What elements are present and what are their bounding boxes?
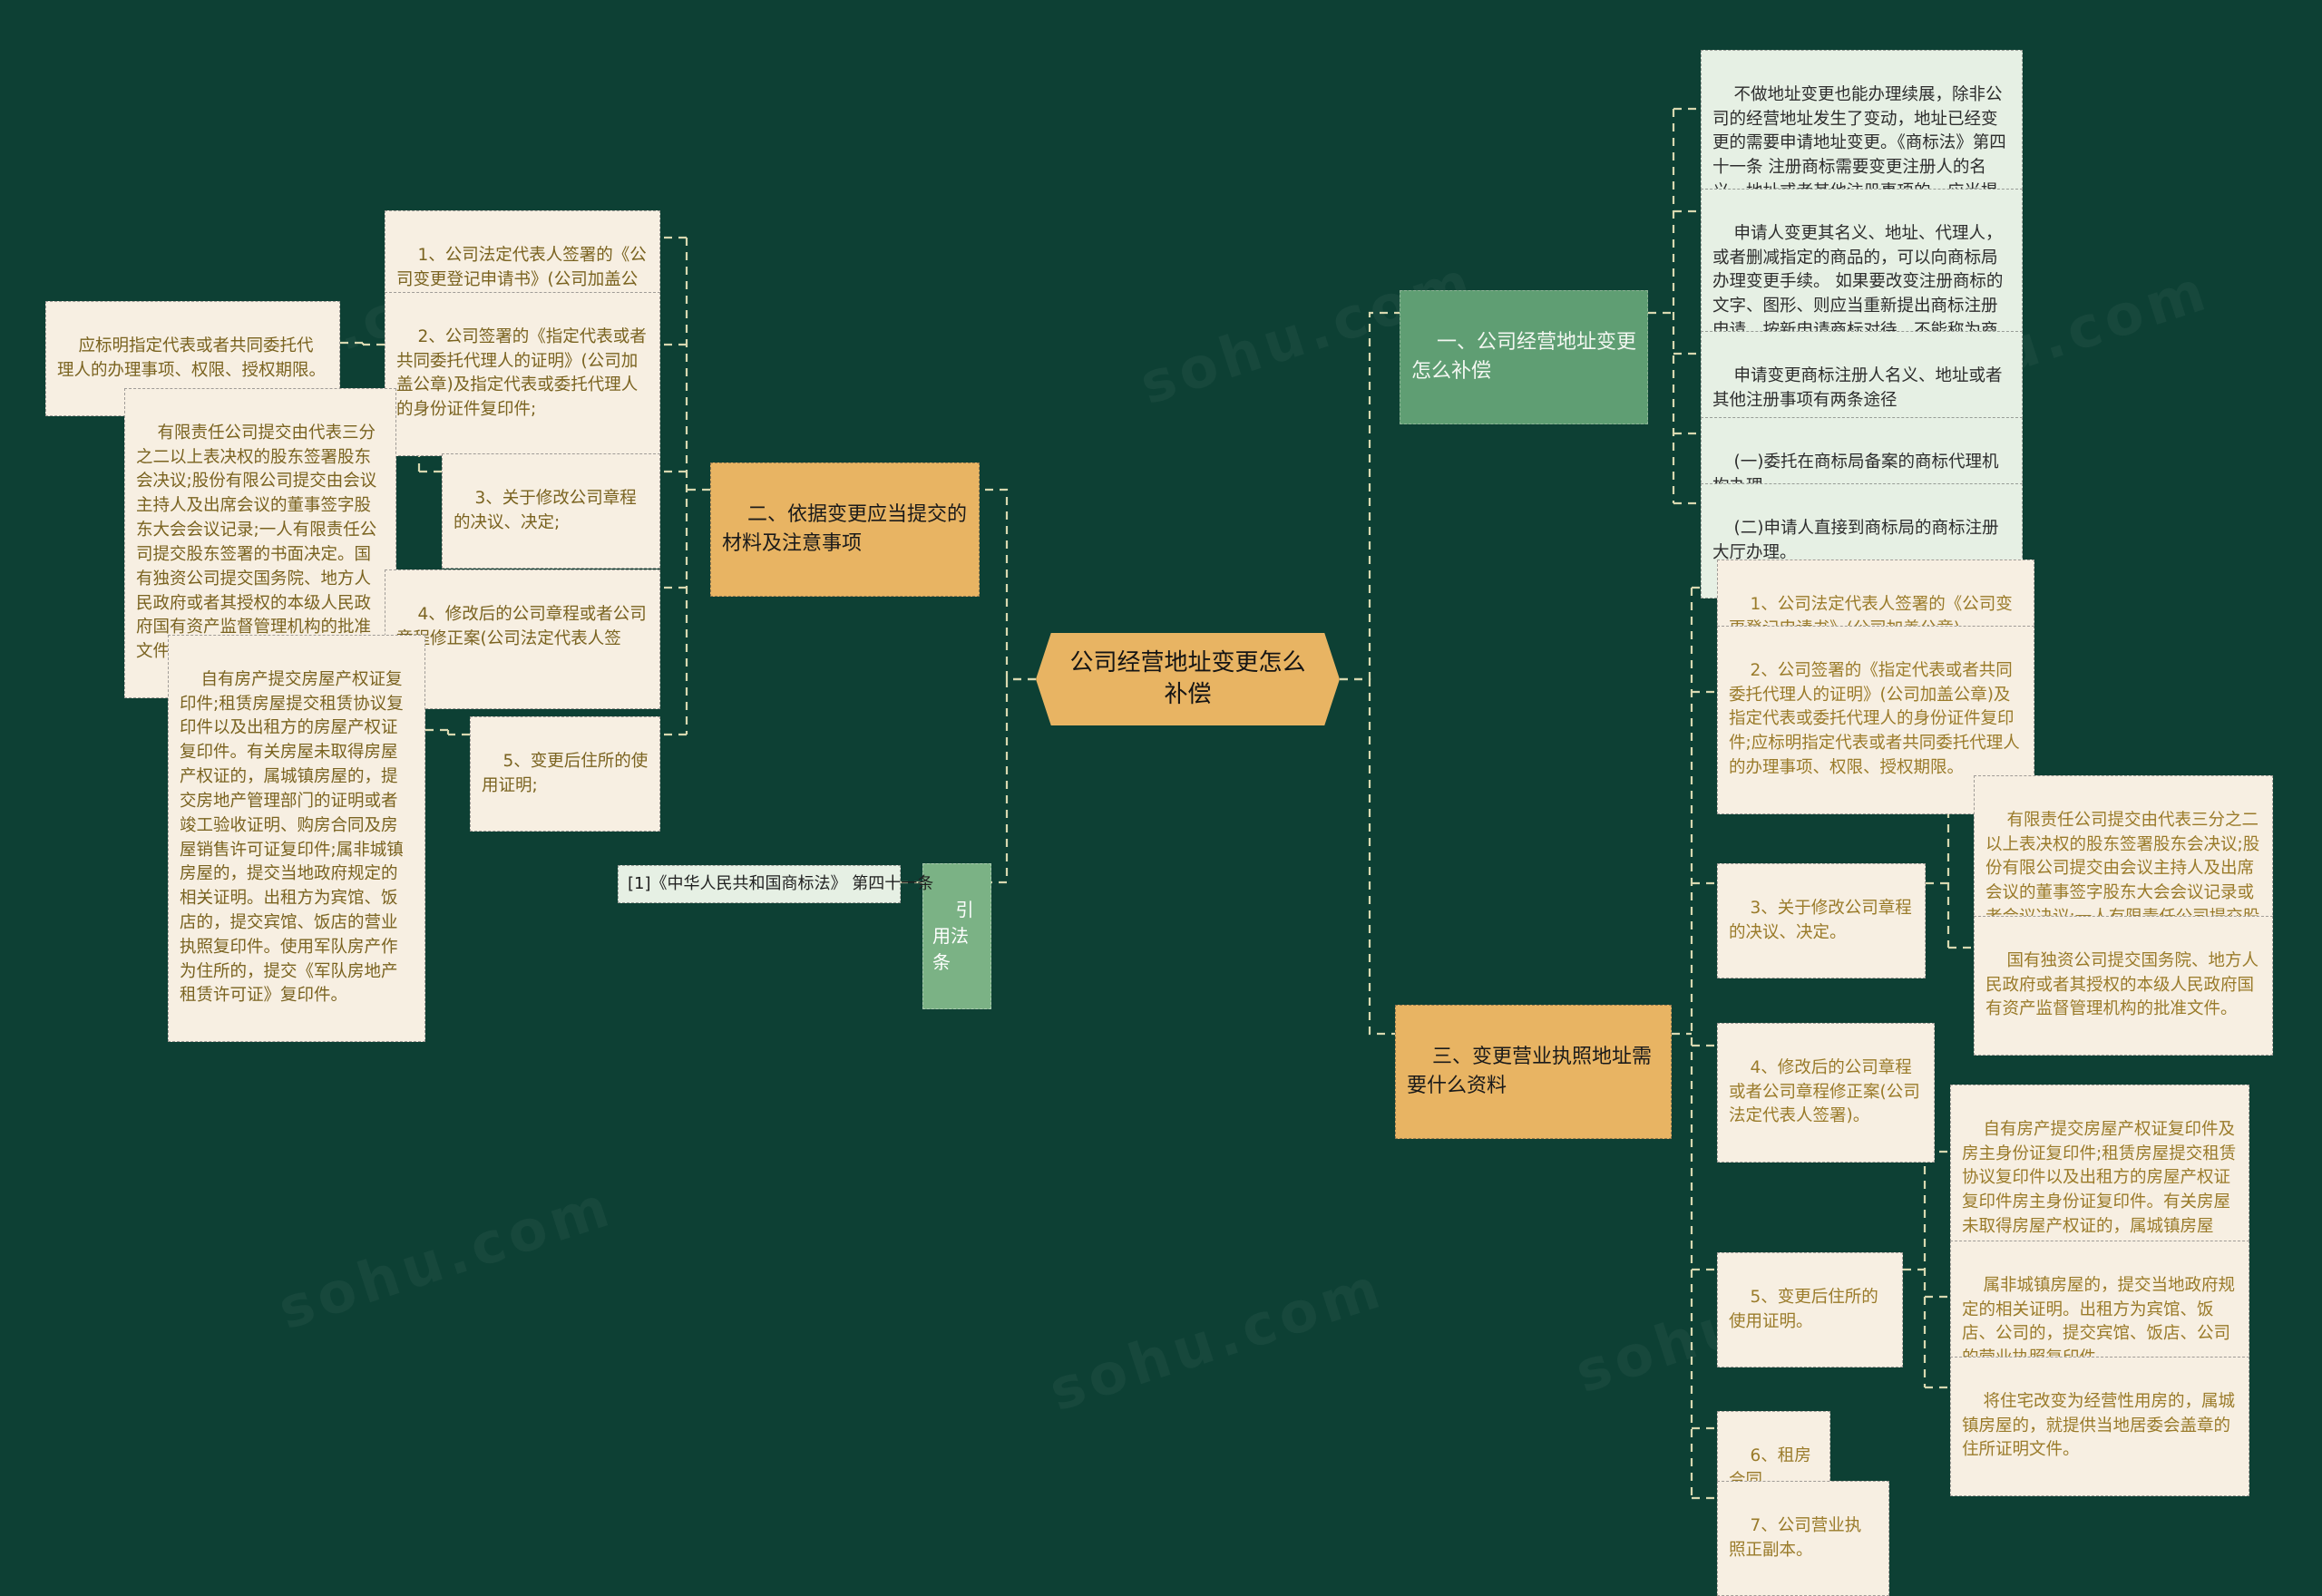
branch-node-right-1[interactable]: 一、公司经营地址变更怎么补偿 <box>1400 290 1648 424</box>
right-b3-item-4-child-2[interactable]: 将住宅改变为经营性用房的，属城镇房屋的，就提供当地居委会盖章的住所证明文件。 <box>1950 1357 2249 1497</box>
mindmap-canvas: sohu.com sohu.com sohu.com sohu.com sohu… <box>0 0 2322 1596</box>
left-item-4-child-0-text: 自有房产提交房屋产权证复印件;租赁房屋提交租赁协议复印件以及出租方的房屋产权证复… <box>180 669 404 1006</box>
left-item-1-text: 2、公司签署的《指定代表或者共同委托代理人的证明》(公司加盖公章)及指定代表或委… <box>396 326 647 420</box>
citation-text: [1]《中华人民共和国商标法》 第四十一条 <box>628 874 934 893</box>
left-item-2[interactable]: 3、关于修改公司章程的决议、决定; <box>442 453 660 569</box>
right-b1-item-2-text: 申请变更商标注册人名义、地址或者其他注册事项有两条途径 <box>1712 365 2003 410</box>
left-item-2-text: 3、关于修改公司章程的决议、决定; <box>454 488 637 532</box>
left-item-4-text: 5、变更后住所的使用证明; <box>482 751 649 795</box>
right-b3-item-4-text: 5、变更后住所的使用证明。 <box>1729 1287 1878 1331</box>
left-item-2-child-0-text: 有限责任公司提交由代表三分之二以上表决权的股东签署股东会决议;股份有限公司提交由… <box>136 423 377 662</box>
left-item-1[interactable]: 2、公司签署的《指定代表或者共同委托代理人的证明》(公司加盖公章)及指定代表或委… <box>385 292 660 456</box>
right-b3-item-2-text: 3、关于修改公司章程的决议、决定。 <box>1729 898 1912 942</box>
branch-node-left-2[interactable]: 二、依据变更应当提交的材料及注意事项 <box>710 462 980 597</box>
right-b3-item-6-text: 7、公司营业执照正副本。 <box>1729 1515 1862 1560</box>
branch-node-right-3-label: 三、变更营业执照地址需要什么资料 <box>1407 1045 1652 1097</box>
right-b3-item-4-child-1-text: 属非城镇房屋的，提交当地政府规定的相关证明。出租方为宾馆、饭店、公司的，提交宾馆… <box>1962 1275 2236 1367</box>
right-b3-item-2[interactable]: 3、关于修改公司章程的决议、决定。 <box>1717 863 1926 979</box>
right-b3-item-1-text: 2、公司签署的《指定代表或者共同委托代理人的证明》(公司加盖公章)及指定代表或委… <box>1729 660 2020 778</box>
left-item-3[interactable]: 4、修改后的公司章程或者公司章程修正案(公司法定代表人签署); <box>385 569 660 710</box>
left-item-4-child-0[interactable]: 自有房产提交房屋产权证复印件;租赁房屋提交租赁协议复印件以及出租方的房屋产权证复… <box>168 635 425 1042</box>
right-b3-item-2-child-1[interactable]: 国有独资公司提交国务院、地方人民政府或者其授权的本级人民政府国有资产监督管理机构… <box>1974 916 2273 1056</box>
right-b3-item-4-child-2-text: 将住宅改变为经营性用房的，属城镇房屋的，就提供当地居委会盖章的住所证明文件。 <box>1962 1391 2236 1460</box>
watermark: sohu.com <box>1041 1254 1392 1425</box>
right-b3-item-6[interactable]: 7、公司营业执照正副本。 <box>1717 1481 1889 1596</box>
left-item-4[interactable]: 5、变更后住所的使用证明; <box>470 716 660 832</box>
right-b3-item-3[interactable]: 4、修改后的公司章程或者公司章程修正案(公司法定代表人签署)。 <box>1717 1023 1935 1163</box>
branch-node-left-2-label: 二、依据变更应当提交的材料及注意事项 <box>722 502 967 555</box>
center-node[interactable]: 公司经营地址变更怎么补偿 <box>1036 633 1340 725</box>
right-b3-item-3-text: 4、修改后的公司章程或者公司章程修正案(公司法定代表人签署)。 <box>1729 1057 1920 1126</box>
center-node-label: 公司经营地址变更怎么补偿 <box>1069 648 1306 708</box>
watermark: sohu.com <box>270 1173 621 1343</box>
left-item-1-child-0-text: 应标明指定代表或者共同委托代理人的办理事项、权限、授权期限。 <box>57 336 327 380</box>
right-b3-item-2-child-1-text: 国有独资公司提交国务院、地方人民政府或者其授权的本级人民政府国有资产监督管理机构… <box>1985 950 2259 1019</box>
branch-node-right-1-label: 一、公司经营地址变更怎么补偿 <box>1411 330 1636 383</box>
citation-node[interactable]: [1]《中华人民共和国商标法》 第四十一条 <box>618 865 933 904</box>
branch-node-right-3[interactable]: 三、变更营业执照地址需要什么资料 <box>1395 1005 1672 1139</box>
right-b1-item-4-text: (二)申请人直接到商标局的商标注册大厅办理。 <box>1712 518 1999 562</box>
left-item-3-text: 4、修改后的公司章程或者公司章程修正案(公司法定代表人签署); <box>396 604 647 673</box>
citation-branch-label: 引用法条 <box>932 899 974 973</box>
right-b3-item-4[interactable]: 5、变更后住所的使用证明。 <box>1717 1252 1903 1368</box>
